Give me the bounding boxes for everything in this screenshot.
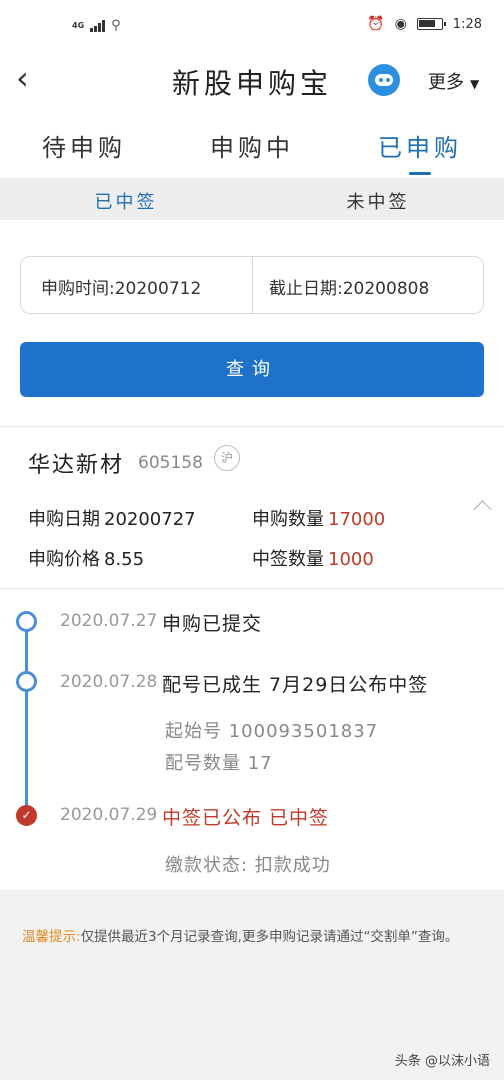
status-left: 4G ⚲ — [72, 18, 121, 33]
tab-applying[interactable]: 申购中 — [168, 128, 336, 163]
exchange-badge: 沪 — [214, 445, 240, 471]
eye-icon: ◉ — [394, 16, 407, 32]
watermark: 头条 @以沫小语 — [394, 1054, 490, 1069]
alarm-icon: ⏰ — [367, 16, 385, 32]
query-button[interactable]: 查询 — [20, 342, 484, 397]
apply-qty-value: 17000 — [328, 509, 386, 530]
step1-date: 2020.07.27 — [60, 611, 158, 631]
battery-icon — [416, 18, 446, 30]
tab-applied[interactable]: 已申购 — [336, 128, 504, 163]
timeline-line — [25, 621, 28, 817]
tip-label: 温馨提示: — [22, 929, 81, 945]
timeline-dot-icon — [16, 671, 37, 692]
caret-down-icon: ▼ — [470, 77, 480, 91]
active-tab-indicator — [409, 172, 431, 175]
payment-status: 缴款状态: 扣款成功 — [165, 855, 331, 876]
end-date-value: 20200808 — [342, 279, 430, 299]
progress-timeline: 2020.07.27 申购已提交 2020.07.28 配号已成生 7月29日公… — [0, 588, 504, 890]
signal-icon — [90, 19, 106, 32]
sub-tabs: 已中签 未中签 — [0, 178, 504, 220]
price-label: 申购价格 — [28, 549, 100, 570]
win-qty-value: 1000 — [328, 549, 374, 570]
apply-date-value: 20200727 — [104, 509, 196, 530]
date-divider — [252, 257, 253, 313]
apply-qty-row: 申购数量 17000 — [252, 505, 385, 531]
chevron-up-icon[interactable] — [472, 497, 492, 517]
apply-date-label: 申购日期 — [28, 509, 100, 530]
start-date-label: 申购时间: — [41, 279, 115, 299]
stock-name: 华达新材 — [28, 453, 125, 478]
tab-pending[interactable]: 待申购 — [0, 128, 168, 163]
step2-start-number: 起始号 100093501837 — [165, 721, 379, 742]
end-date-field[interactable]: 截止日期:20200808 — [269, 274, 429, 299]
check-icon: ✓ — [16, 805, 37, 826]
step1-text: 申购已提交 — [162, 613, 263, 635]
app-header: ‹ 新股申购宝 更多 ▼ — [0, 52, 504, 110]
more-label: 更多 — [428, 72, 464, 93]
step2-date: 2020.07.28 — [60, 672, 158, 692]
status-right: ⏰ ◉ 1:28 — [367, 16, 482, 32]
step2-count: 配号数量 17 — [165, 753, 273, 774]
step3-text: 中签已公布 已中签 — [162, 807, 330, 829]
tip-text: 温馨提示:仅提供最近3个月记录查询,更多申购记录请通过“交割单”查询。 — [22, 926, 482, 948]
step3-date: 2020.07.29 — [60, 805, 158, 825]
search-icon: ⚲ — [111, 18, 121, 33]
subtab-not-won[interactable]: 未中签 — [252, 188, 504, 214]
step2-text: 配号已成生 7月29日公布中签 — [162, 674, 429, 696]
start-date-value: 20200712 — [114, 279, 202, 299]
stock-card[interactable]: 华达新材 605158 沪 申购日期 20200727 申购数量 17000 申购价… — [0, 426, 504, 588]
clock: 1:28 — [452, 16, 482, 32]
stock-code: 605158 — [138, 453, 203, 473]
more-menu[interactable]: 更多 ▼ — [428, 68, 479, 94]
win-qty-label: 中签数量 — [252, 549, 324, 570]
apply-qty-label: 申购数量 — [252, 509, 324, 530]
subtab-won[interactable]: 已中签 — [0, 188, 252, 214]
date-range: 申购时间:20200712 截止日期:20200808 — [20, 256, 484, 314]
win-qty-row: 中签数量 1000 — [252, 545, 374, 571]
main-tabs: 待申购 申购中 已申购 — [0, 110, 504, 178]
end-date-label: 截止日期: — [269, 279, 343, 299]
robot-assistant-icon[interactable] — [368, 64, 400, 96]
query-section: 申购时间:20200712 截止日期:20200808 查询 — [0, 220, 504, 426]
price-value: 8.55 — [104, 549, 145, 570]
status-bar: 4G ⚲ ⏰ ◉ 1:28 — [0, 0, 504, 52]
apply-date-row: 申购日期 20200727 — [28, 505, 196, 531]
timeline-dot-icon — [16, 611, 37, 632]
price-row: 申购价格 8.55 — [28, 545, 144, 571]
tip-body: 仅提供最近3个月记录查询,更多申购记录请通过“交割单”查询。 — [80, 929, 459, 945]
start-date-field[interactable]: 申购时间:20200712 — [41, 274, 201, 299]
network-type: 4G — [72, 20, 85, 30]
